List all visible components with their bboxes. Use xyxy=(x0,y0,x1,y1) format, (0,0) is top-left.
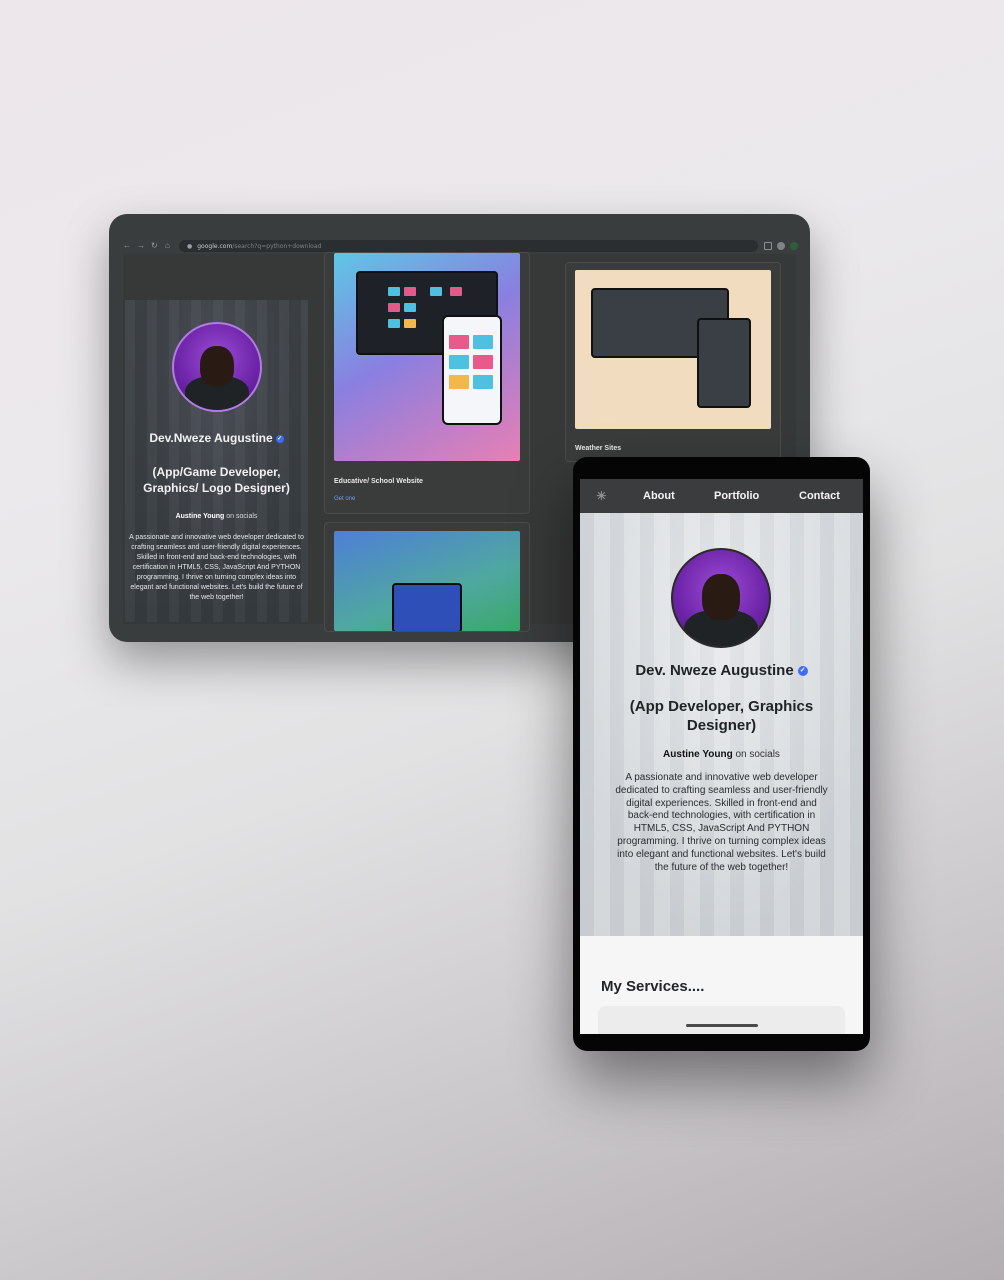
service-card[interactable] xyxy=(598,1006,845,1034)
project-title: Educative/ School Website xyxy=(334,478,423,485)
url-path: /search?q=python+download xyxy=(232,242,322,250)
project-title: Weather Sites xyxy=(575,445,622,452)
mobile-page: ☀ About Portfolio Contact Dev. Nweze Aug… xyxy=(580,479,863,1034)
extensions-icon[interactable] xyxy=(764,242,772,250)
profile-role: (App/Game Developer, Graphics/ Logo Desi… xyxy=(143,465,290,495)
verified-badge-icon: ✓ xyxy=(797,666,808,677)
nav-portfolio[interactable]: Portfolio xyxy=(714,490,759,502)
profile-name-text: Dev.Nweze Augustine xyxy=(149,431,273,445)
project-card-educative[interactable]: Educative/ School Website Get one xyxy=(324,252,530,514)
nav-about[interactable]: About xyxy=(643,490,675,502)
profile-bio: A passionate and innovative web develope… xyxy=(129,534,304,601)
project-thumbnail xyxy=(575,270,771,429)
project-link[interactable]: Get one xyxy=(334,496,355,502)
mobile-navbar: ☀ About Portfolio Contact xyxy=(580,479,863,513)
services-section: My Services.... xyxy=(580,936,863,1034)
profile-role: (App Developer, Graphics Designer) xyxy=(629,698,814,734)
project-card-next[interactable] xyxy=(324,522,530,632)
services-title: My Services.... xyxy=(601,978,705,995)
project-thumbnail xyxy=(334,253,520,461)
sun-icon[interactable]: ☀ xyxy=(596,489,607,503)
social-suffix: on socials xyxy=(224,513,258,520)
profile-name: Dev.Nweze Augustine ✓ xyxy=(125,431,308,445)
hero-section: Dev. Nweze Augustine ✓ (App Developer, Gr… xyxy=(580,513,863,936)
url-host: google.com xyxy=(197,242,233,250)
social-suffix: on socials xyxy=(732,749,780,760)
social-line: Austine Young on socials xyxy=(125,513,308,520)
forward-icon[interactable]: → xyxy=(137,242,145,250)
avatar xyxy=(172,322,262,412)
address-bar[interactable]: ● google.com/search?q=python+download xyxy=(179,240,758,252)
project-thumbnail xyxy=(334,531,520,631)
profile-avatar-icon[interactable] xyxy=(777,242,785,250)
social-line: Austine Young on socials xyxy=(580,749,863,760)
home-icon[interactable]: ⌂ xyxy=(165,242,173,250)
social-handle[interactable]: Austine Young xyxy=(176,513,225,520)
reload-icon[interactable]: ↻ xyxy=(151,242,159,250)
home-indicator[interactable] xyxy=(686,1024,758,1027)
lock-icon: ● xyxy=(187,242,193,250)
verified-badge-icon: ✓ xyxy=(275,434,284,443)
mobile-mockup: ☀ About Portfolio Contact Dev. Nweze Aug… xyxy=(573,457,870,1051)
back-icon[interactable]: ← xyxy=(123,242,131,250)
profile-panel: Dev.Nweze Augustine ✓ (App/Game Developer… xyxy=(125,300,308,622)
menu-icon[interactable] xyxy=(790,242,798,250)
profile-name-text: Dev. Nweze Augustine xyxy=(635,662,794,679)
nav-contact[interactable]: Contact xyxy=(799,490,840,502)
profile-bio: A passionate and innovative web develope… xyxy=(615,772,828,873)
social-handle[interactable]: Austine Young xyxy=(663,749,733,760)
project-card-weather[interactable]: Weather Sites xyxy=(565,262,781,462)
avatar xyxy=(671,548,771,648)
profile-name: Dev. Nweze Augustine ✓ xyxy=(580,662,863,679)
